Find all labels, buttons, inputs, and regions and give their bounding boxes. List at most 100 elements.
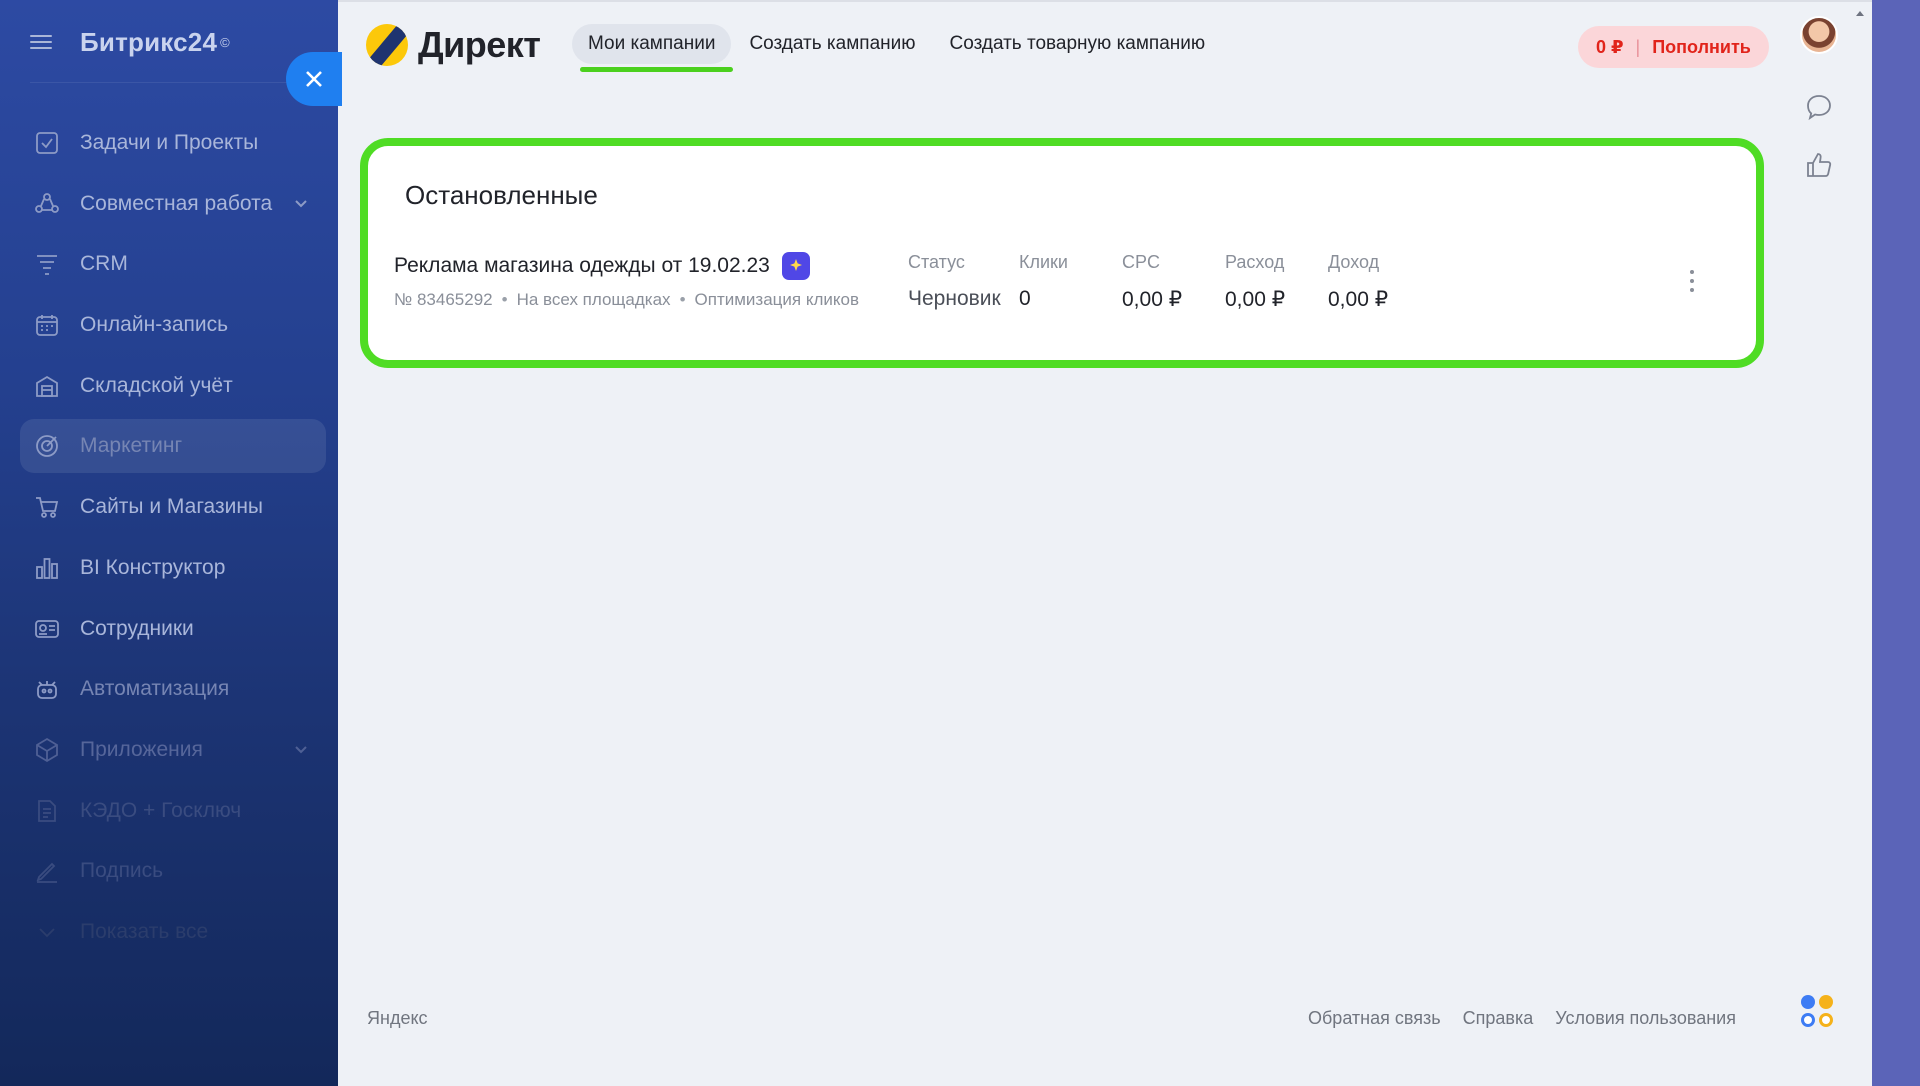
- footer-link-feedback[interactable]: Обратная связь: [1308, 1008, 1441, 1029]
- sidebar-header: Битрикс24 ©: [30, 22, 230, 62]
- sidebar-divider: [30, 82, 290, 83]
- meta-dot: •: [501, 290, 508, 309]
- topup-button[interactable]: Пополнить: [1652, 37, 1751, 58]
- calendar-icon: [34, 312, 60, 338]
- sidebar-item-automation[interactable]: Автоматизация: [20, 662, 326, 716]
- collab-icon: [34, 191, 60, 217]
- sidebar-item-crm[interactable]: CRM: [20, 237, 326, 291]
- signature-icon: [34, 858, 60, 884]
- sidebar-item-label: Онлайн-запись: [80, 313, 229, 337]
- bitrix-sidebar: Битрикс24 © Задачи и Проекты Совместная р…: [0, 0, 338, 1086]
- clicks-value: 0: [1019, 287, 1031, 310]
- income-value: 0,00 ₽: [1328, 288, 1389, 311]
- document-icon: [34, 798, 60, 824]
- column-income: Доход 0,00 ₽: [1328, 252, 1388, 312]
- sidebar-item-label: Показать все: [80, 919, 209, 943]
- robot-icon: [34, 676, 60, 702]
- direct-title: Директ: [418, 24, 541, 65]
- balance-amount: 0 ₽: [1596, 36, 1624, 57]
- bitrix-logo-sup: ©: [220, 34, 230, 50]
- scroll-up-arrow-icon[interactable]: [1855, 6, 1865, 16]
- balance-separator: |: [1635, 36, 1641, 57]
- direct-logo[interactable]: Директ: [366, 24, 541, 66]
- column-status: Статус Черновик: [908, 252, 1001, 311]
- footer-links: Обратная связь Справка Условия пользован…: [1308, 1008, 1758, 1029]
- crm-icon: [34, 251, 60, 277]
- direct-nav: Мои кампании Создать кампанию Создать то…: [572, 24, 1223, 72]
- sidebar-item-label: Складской учёт: [80, 373, 233, 397]
- sidebar-item-label: Приложения: [80, 737, 203, 761]
- tab-create-product-campaign[interactable]: Создать товарную кампанию: [934, 24, 1222, 64]
- sidebar-item-label: Совместная работа: [80, 191, 273, 215]
- campaign-name-text[interactable]: Реклама магазина одежды от 19.02.23: [394, 254, 770, 278]
- tasks-icon: [34, 130, 60, 156]
- yandex-services-icon[interactable]: [1801, 995, 1837, 1031]
- user-avatar[interactable]: [1800, 16, 1838, 54]
- sidebar-item-label: Сайты и Магазины: [80, 495, 264, 519]
- column-header: Статус: [908, 252, 965, 272]
- column-header: CPC: [1122, 252, 1161, 272]
- sidebar-item-show-all[interactable]: Показать все: [20, 905, 326, 959]
- bar-chart-icon: [34, 555, 60, 581]
- employees-icon: [34, 616, 60, 642]
- chevron-down-icon: [34, 919, 60, 945]
- column-clicks: Клики 0: [1019, 252, 1068, 311]
- column-header: Клики: [1019, 252, 1068, 272]
- sidebar-item-label: Задачи и Проекты: [80, 131, 259, 154]
- sidebar-item-label: CRM: [80, 252, 128, 276]
- sidebar-item-label: Подпись: [80, 859, 164, 883]
- balance-widget[interactable]: 0 ₽ | Пополнить: [1578, 26, 1769, 68]
- column-header: Расход: [1225, 252, 1285, 272]
- footer-link-terms[interactable]: Условия пользования: [1555, 1008, 1736, 1029]
- sidebar-item-warehouse[interactable]: Складской учёт: [20, 359, 326, 413]
- cpc-value: 0,00 ₽: [1122, 288, 1183, 311]
- marketing-icon: [34, 433, 60, 459]
- sidebar-item-apps[interactable]: Приложения: [20, 723, 326, 777]
- sidebar-item-employees[interactable]: Сотрудники: [20, 602, 326, 656]
- sidebar-item-kedo[interactable]: КЭДО + Госключ: [20, 784, 326, 838]
- sidebar-item-sites[interactable]: Сайты и Магазины: [20, 480, 326, 534]
- sidebar-item-signature[interactable]: Подпись: [20, 844, 326, 898]
- warehouse-icon: [34, 373, 60, 399]
- sidebar-item-collab[interactable]: Совместная работа: [20, 177, 326, 231]
- sidebar-item-label: КЭДО + Госключ: [80, 798, 242, 822]
- close-icon: [306, 71, 322, 87]
- yandex-direct-logo-icon: [366, 24, 408, 66]
- card-title: Остановленные: [405, 180, 598, 210]
- chat-icon[interactable]: [1804, 92, 1834, 122]
- sidebar-item-label: BI Конструктор: [80, 555, 226, 579]
- chevron-down-icon[interactable]: [292, 740, 310, 758]
- menu-burger-icon[interactable]: [30, 33, 54, 51]
- footer-brand[interactable]: Яндекс: [367, 1008, 428, 1029]
- campaign-number: № 83465292: [394, 290, 493, 309]
- campaign-name[interactable]: Реклама магазина одежды от 19.02.23: [394, 252, 810, 280]
- direct-topbar: Директ Мои кампании Создать кампанию Соз…: [338, 2, 1872, 88]
- sidebar-item-booking[interactable]: Онлайн-запись: [20, 298, 326, 352]
- tab-my-campaigns[interactable]: Мои кампании: [572, 24, 734, 72]
- sidebar-item-tasks[interactable]: Задачи и Проекты: [20, 116, 326, 170]
- sidebar-item-bi[interactable]: BI Конструктор: [20, 541, 326, 595]
- more-options-icon[interactable]: [1688, 270, 1696, 296]
- column-cpc: CPC 0,00 ₽: [1122, 252, 1182, 312]
- sidebar-item-label: Маркетинг: [80, 434, 183, 458]
- sidebar-menu: Задачи и Проекты Совместная работа CRM О…: [20, 116, 326, 966]
- chevron-down-icon[interactable]: [292, 194, 310, 212]
- smart-campaign-badge-icon: [781, 252, 810, 280]
- status-value: Черновик: [908, 287, 1001, 310]
- apps-icon: [34, 737, 60, 763]
- stopped-campaigns-card: Остановленные Реклама магазина одежды от…: [360, 138, 1764, 368]
- column-header: Доход: [1328, 252, 1380, 272]
- expense-value: 0,00 ₽: [1225, 288, 1286, 311]
- bitrix-logo[interactable]: Битрикс24: [80, 27, 217, 58]
- column-expense: Расход 0,00 ₽: [1225, 252, 1285, 312]
- sidebar-item-label: Сотрудники: [80, 616, 194, 640]
- sidebar-item-marketing[interactable]: Маркетинг: [20, 419, 326, 474]
- sidebar-item-label: Автоматизация: [80, 677, 230, 701]
- footer-link-help[interactable]: Справка: [1463, 1008, 1534, 1029]
- close-slider-button[interactable]: [286, 52, 342, 106]
- tab-create-campaign[interactable]: Создать кампанию: [733, 24, 931, 64]
- thumbs-up-icon[interactable]: [1804, 150, 1834, 180]
- campaign-meta: № 83465292 • На всех площадках • Оптимиз…: [394, 290, 859, 310]
- direct-panel: Директ Мои кампании Создать кампанию Соз…: [338, 0, 1872, 1086]
- cart-icon: [34, 494, 60, 520]
